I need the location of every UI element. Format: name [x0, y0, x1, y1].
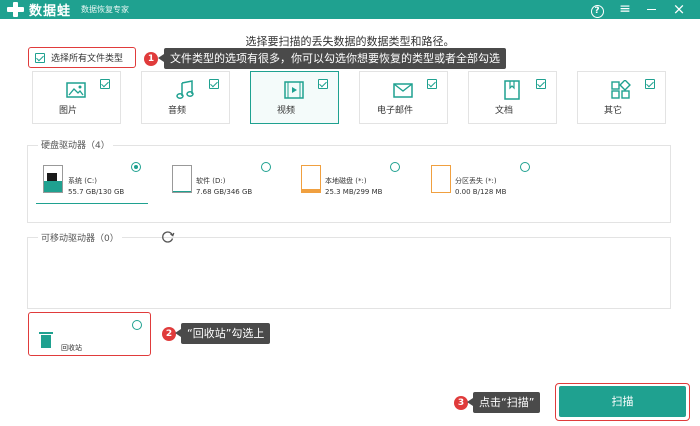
select-all-checkbox[interactable]: 选择所有文件类型 — [28, 47, 136, 68]
windows-drive-icon — [43, 165, 63, 193]
image-icon — [66, 82, 86, 98]
document-icon — [504, 80, 520, 100]
other-icon — [611, 80, 631, 99]
drive-icon — [431, 165, 451, 193]
drive-size: 25.3 MB/299 MB — [325, 188, 383, 196]
logo-cross-icon — [5, 1, 27, 18]
app-subtitle: 数据恢复专家 — [81, 5, 130, 14]
drive-radio[interactable] — [261, 162, 271, 172]
select-all-label: 选择所有文件类型 — [51, 54, 124, 64]
drive-icon — [301, 165, 321, 193]
callout-tip-2: “回收站”勾选上 — [174, 323, 271, 344]
checkbox-other[interactable] — [645, 79, 655, 89]
help-icon: ? — [590, 5, 604, 18]
file-type-label: 视频 — [276, 106, 295, 116]
drive-radio[interactable] — [520, 162, 530, 172]
app-logo: 数据蛙 数据恢复专家 — [5, 1, 130, 19]
file-type-audio[interactable]: 音频 — [141, 71, 230, 124]
checkbox-documents[interactable] — [536, 79, 546, 89]
callout-number-1: 1 — [144, 52, 158, 66]
drive-size: 0.00 B/128 MB — [455, 188, 507, 196]
drive-local-disk[interactable]: 本地磁盘 (*:) 25.3 MB/299 MB — [301, 162, 401, 204]
file-type-label: 图片 — [58, 106, 77, 116]
app-name: 数据蛙 — [29, 4, 72, 19]
title-bar: 数据蛙 数据恢复专家 ? ≡ × — [0, 0, 700, 19]
drive-radio[interactable] — [390, 162, 400, 172]
removable-drive-title: 可移动驱动器（0） — [38, 231, 122, 244]
checkbox-images[interactable] — [100, 79, 110, 89]
drive-icon — [172, 165, 192, 193]
minimize-button[interactable] — [640, 0, 662, 19]
checkbox-audio[interactable] — [209, 79, 219, 89]
menu-icon: ≡ — [619, 1, 631, 17]
drive-name: 软件 (D:) — [196, 177, 226, 185]
callout-number-2: 2 — [162, 327, 176, 341]
recycle-bin-radio[interactable] — [132, 320, 142, 330]
callout-tip-3: 点击“扫描” — [466, 392, 541, 413]
removable-drive-panel — [27, 237, 671, 309]
drive-name: 系统 (C:) — [68, 177, 97, 185]
drive-radio[interactable] — [131, 162, 141, 172]
trash-icon — [39, 332, 53, 348]
checkbox-icon — [35, 52, 45, 63]
recycle-bin-option[interactable]: 回收站 — [28, 312, 151, 356]
close-button[interactable]: × — [668, 0, 690, 19]
help-button[interactable]: ? — [586, 0, 608, 19]
file-type-email[interactable]: 电子邮件 — [359, 71, 448, 124]
file-type-images[interactable]: 图片 — [32, 71, 121, 124]
callout-tip-1: 文件类型的选项有很多，你可以勾选你想要恢复的类型或者全部勾选 — [158, 48, 506, 69]
file-type-video[interactable]: 视频 — [250, 71, 339, 124]
minimize-icon — [646, 8, 656, 11]
music-note-icon — [176, 80, 194, 99]
drive-name: 本地磁盘 (*:) — [325, 177, 367, 185]
checkbox-video[interactable] — [318, 79, 328, 89]
drive-name: 分区丢失 (*:) — [455, 177, 497, 185]
scan-button[interactable]: 扫描 — [559, 386, 686, 417]
drive-lost-partition[interactable]: 分区丢失 (*:) 0.00 B/128 MB — [431, 162, 531, 204]
file-type-label: 其它 — [603, 106, 622, 116]
file-type-label: 文档 — [494, 106, 513, 116]
checkbox-email[interactable] — [427, 79, 437, 89]
video-icon — [284, 81, 304, 99]
menu-button[interactable]: ≡ — [614, 0, 636, 19]
drive-size: 55.7 GB/130 GB — [68, 188, 125, 196]
email-icon — [393, 83, 413, 98]
file-type-label: 音频 — [167, 106, 186, 116]
close-icon: × — [672, 0, 686, 18]
drive-software-d[interactable]: 软件 (D:) 7.68 GB/346 GB — [172, 162, 272, 204]
file-type-label: 电子邮件 — [376, 106, 413, 116]
file-type-documents[interactable]: 文档 — [468, 71, 557, 124]
hard-drive-title: 硬盘驱动器（4） — [38, 138, 113, 151]
file-type-other[interactable]: 其它 — [577, 71, 666, 124]
refresh-icon[interactable] — [161, 230, 175, 244]
callout-number-3: 3 — [454, 396, 468, 410]
drive-size: 7.68 GB/346 GB — [196, 188, 253, 196]
drive-system-c[interactable]: 系统 (C:) 55.7 GB/130 GB — [36, 162, 148, 204]
recycle-bin-label: 回收站 — [61, 344, 82, 352]
